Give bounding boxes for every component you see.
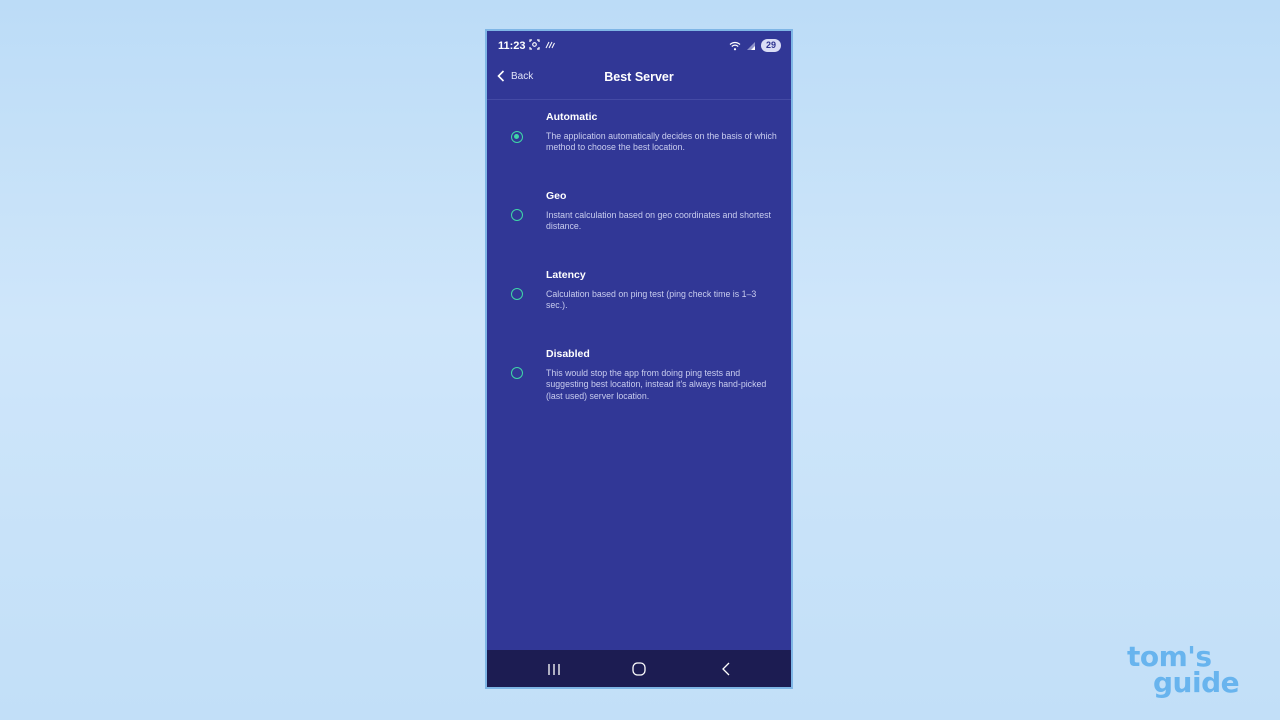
radio-geo[interactable] [511, 209, 523, 221]
recent-apps-icon [548, 663, 560, 675]
status-left-icons [529, 39, 555, 50]
option-geo[interactable]: Geo Instant calculation based on geo coo… [487, 190, 791, 269]
status-bar: 11:23 29 [487, 31, 791, 61]
radio-disabled[interactable] [511, 367, 523, 379]
phone-screen: 11:23 29 Back Best Server Automatic The … [485, 29, 793, 689]
status-time: 11:23 [498, 40, 526, 52]
nav-back-icon [722, 662, 730, 676]
logo-line-2: guide [1153, 666, 1240, 699]
option-description: Calculation based on ping test (ping che… [546, 289, 757, 311]
header: Back Best Server [487, 61, 791, 100]
page-title: Best Server [604, 70, 674, 84]
nav-back-button[interactable] [716, 659, 736, 679]
recent-apps-button[interactable] [544, 659, 564, 679]
option-disabled[interactable]: Disabled This would stop the app from do… [487, 348, 791, 427]
option-description: This would stop the app from doing ping … [546, 368, 767, 401]
option-automatic[interactable]: Automatic The application automatically … [487, 111, 791, 190]
cell-signal-icon [746, 41, 755, 50]
home-button[interactable] [629, 659, 649, 679]
option-description: Instant calculation based on geo coordin… [546, 210, 771, 232]
system-nav-bar [487, 650, 791, 687]
battery-badge: 29 [760, 39, 781, 52]
signal-activity-icon [545, 41, 555, 48]
best-server-options: Automatic The application automatically … [487, 111, 791, 427]
wifi-icon [729, 41, 741, 50]
radio-latency[interactable] [511, 288, 523, 300]
option-title: Disabled [546, 348, 590, 360]
home-icon [632, 662, 646, 676]
option-title: Automatic [546, 111, 598, 123]
option-latency[interactable]: Latency Calculation based on ping test (… [487, 269, 791, 348]
radio-automatic[interactable] [511, 131, 523, 143]
status-right-icons: 29 [729, 39, 781, 52]
screenshot-icon [529, 39, 540, 50]
option-description: The application automatically decides on… [546, 131, 777, 153]
option-title: Latency [546, 269, 586, 281]
option-title: Geo [546, 190, 567, 202]
toms-guide-logo: tom's guide [1127, 643, 1240, 699]
